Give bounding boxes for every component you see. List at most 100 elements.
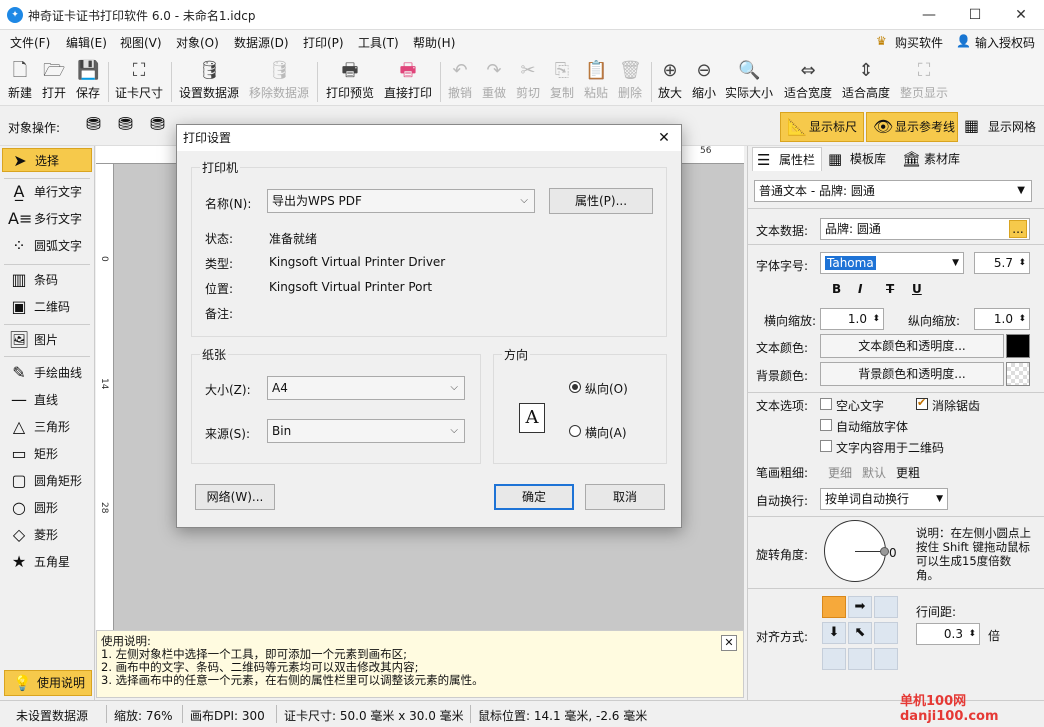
underline-button[interactable]: U [912, 282, 922, 296]
undo-button[interactable]: ↶ 撤销 [444, 58, 476, 104]
rotate-handle[interactable] [880, 547, 889, 556]
minimize-icon[interactable]: — [906, 0, 952, 30]
layer-top-icon[interactable]: ⛃ [150, 114, 165, 135]
bold-button[interactable]: B [832, 282, 841, 296]
copy-button[interactable]: ⎘ 复制 [546, 58, 578, 104]
ok-button[interactable]: 确定 [494, 484, 574, 510]
tool-barcode[interactable]: ▥ 条码 [2, 268, 92, 292]
buy-software-link[interactable]: 购买软件 [895, 34, 943, 51]
license-link[interactable]: 输入授权码 [975, 34, 1035, 51]
fit-height-button[interactable]: ⇕ 适合高度 [838, 58, 894, 104]
card-size-button[interactable]: ⛶ 证卡尺寸 [112, 58, 166, 104]
tool-circle[interactable]: ○ 圆形 [2, 496, 92, 520]
autoscale-checkbox[interactable] [820, 419, 832, 431]
paper-size-select[interactable]: A4 ⌵ [267, 376, 465, 400]
align-bottom-center-icon[interactable] [848, 648, 872, 670]
text-data-edit-button[interactable]: ... [1009, 220, 1027, 238]
fit-width-button[interactable]: ⇔ 适合宽度 [780, 58, 836, 104]
show-guides-toggle[interactable]: 👁 显示参考线 [866, 112, 958, 142]
italic-button[interactable]: I [858, 282, 862, 296]
text-data-field[interactable]: 品牌: 圆通 [820, 218, 1030, 240]
paper-source-select[interactable]: Bin ⌵ [267, 419, 465, 443]
menu-tools[interactable]: 工具(T) [358, 34, 399, 51]
bg-color-swatch[interactable] [1006, 362, 1030, 386]
close-icon[interactable]: ✕ [721, 635, 737, 651]
tab-properties[interactable]: ☰ 属性栏 [752, 147, 822, 171]
stroke-thin-button[interactable]: 更细 [828, 464, 852, 481]
align-top-right-icon[interactable] [874, 596, 898, 618]
paste-button[interactable]: 📋 粘贴 [580, 58, 612, 104]
text-color-button[interactable]: 文本颜色和透明度... [820, 334, 1004, 358]
tool-single-text[interactable]: A̲ 单行文字 [2, 180, 92, 204]
direct-print-button[interactable]: 🖶 直接打印 [380, 58, 436, 104]
tool-line[interactable]: — 直线 [2, 388, 92, 412]
close-icon[interactable]: ✕ [998, 0, 1044, 30]
vscale-spinner[interactable]: 1.0 ⬍ [974, 308, 1030, 330]
layer-down-icon[interactable]: ⛃ [118, 114, 133, 135]
tool-star[interactable]: ★ 五角星 [2, 550, 92, 574]
bg-color-button[interactable]: 背景颜色和透明度... [820, 362, 1004, 386]
printer-properties-button[interactable]: 属性(P)... [549, 188, 653, 214]
align-bottom-right-icon[interactable] [874, 648, 898, 670]
tool-diamond[interactable]: ◇ 菱形 [2, 523, 92, 547]
menu-view[interactable]: 视图(V) [120, 34, 162, 51]
tool-select[interactable]: ➤ 选择 [2, 148, 92, 172]
hscale-spinner[interactable]: 1.0 ⬍ [820, 308, 884, 330]
tool-rectangle[interactable]: ▭ 矩形 [2, 442, 92, 466]
tool-image[interactable]: 🖼 图片 [2, 328, 92, 352]
close-icon[interactable]: ✕ [651, 125, 677, 151]
open-button[interactable]: 🗁 打开 [38, 58, 70, 104]
align-bottom-left-icon[interactable] [822, 648, 846, 670]
cut-button[interactable]: ✂ 剪切 [512, 58, 544, 104]
remove-datasource-button[interactable]: 🛢 移除数据源 [246, 58, 312, 104]
landscape-radio[interactable] [569, 425, 581, 437]
strikethrough-button[interactable]: T [886, 282, 894, 296]
menu-object[interactable]: 对象(O) [176, 34, 219, 51]
zoom-in-button[interactable]: ⊕ 放大 [655, 58, 685, 104]
align-top-left-icon[interactable] [822, 596, 846, 618]
wrap-select[interactable]: 按单词自动换行 ▼ [820, 488, 948, 510]
maximize-icon[interactable]: ☐ [952, 0, 998, 30]
set-datasource-button[interactable]: 🛢 设置数据源 [176, 58, 242, 104]
menu-edit[interactable]: 编辑(E) [66, 34, 107, 51]
text-color-swatch[interactable] [1006, 334, 1030, 358]
tool-multi-text[interactable]: A≡ 多行文字 [2, 207, 92, 231]
save-button[interactable]: 💾 保存 [72, 58, 104, 104]
align-down-arrow-icon[interactable]: ⬇ [822, 622, 846, 644]
cancel-button[interactable]: 取消 [585, 484, 665, 510]
portrait-radio[interactable] [569, 381, 581, 393]
redo-button[interactable]: ↷ 重做 [478, 58, 510, 104]
show-ruler-toggle[interactable]: 📐 显示标尺 [780, 112, 864, 142]
tab-materials[interactable]: 🏛 素材库 [898, 147, 970, 171]
tool-arc-text[interactable]: ⁘ 圆弧文字 [2, 234, 92, 258]
align-middle-right-icon[interactable] [874, 622, 898, 644]
menu-file[interactable]: 文件(F) [10, 34, 50, 51]
printer-name-select[interactable]: 导出为WPS PDF ⌵ [267, 189, 535, 213]
tool-freehand[interactable]: ✎ 手绘曲线 [2, 361, 92, 385]
network-button[interactable]: 网络(W)... [195, 484, 275, 510]
antialias-checkbox[interactable] [916, 396, 928, 410]
stroke-default-button[interactable]: 默认 [862, 464, 886, 481]
delete-button[interactable]: 🗑 删除 [614, 58, 646, 104]
font-name-select[interactable]: Tahoma ▼ [820, 252, 964, 274]
align-diagonal-arrow-icon[interactable]: ⬉ [848, 622, 872, 644]
print-preview-button[interactable]: 🖶 打印预览 [322, 58, 378, 104]
element-select[interactable]: 普通文本 - 品牌: 圆通 ▼ [754, 180, 1032, 202]
menu-datasource[interactable]: 数据源(D) [234, 34, 289, 51]
stroke-bold-button[interactable]: 更粗 [896, 464, 920, 481]
tool-rounded-rectangle[interactable]: ▢ 圆角矩形 [2, 469, 92, 493]
hollow-text-checkbox[interactable] [820, 398, 832, 410]
zoom-out-button[interactable]: ⊖ 缩小 [689, 58, 719, 104]
tab-templates[interactable]: ▦ 模板库 [824, 147, 896, 171]
rotate-dial[interactable] [824, 520, 889, 582]
layer-up-icon[interactable]: ⛃ [86, 114, 101, 135]
menu-print[interactable]: 打印(P) [303, 34, 344, 51]
qr-text-checkbox[interactable] [820, 440, 832, 452]
show-grid-toggle[interactable]: ▦ 显示网格 [962, 116, 1036, 135]
line-spacing-spinner[interactable]: 0.3 ⬍ [916, 623, 980, 645]
full-page-button[interactable]: ⛶ 整页显示 [896, 58, 952, 104]
tool-triangle[interactable]: △ 三角形 [2, 415, 92, 439]
align-right-arrow-icon[interactable]: ➡ [848, 596, 872, 618]
font-size-spinner[interactable]: 5.7 ⬍ [974, 252, 1030, 274]
usage-help-button[interactable]: 💡 使用说明 [4, 670, 92, 696]
